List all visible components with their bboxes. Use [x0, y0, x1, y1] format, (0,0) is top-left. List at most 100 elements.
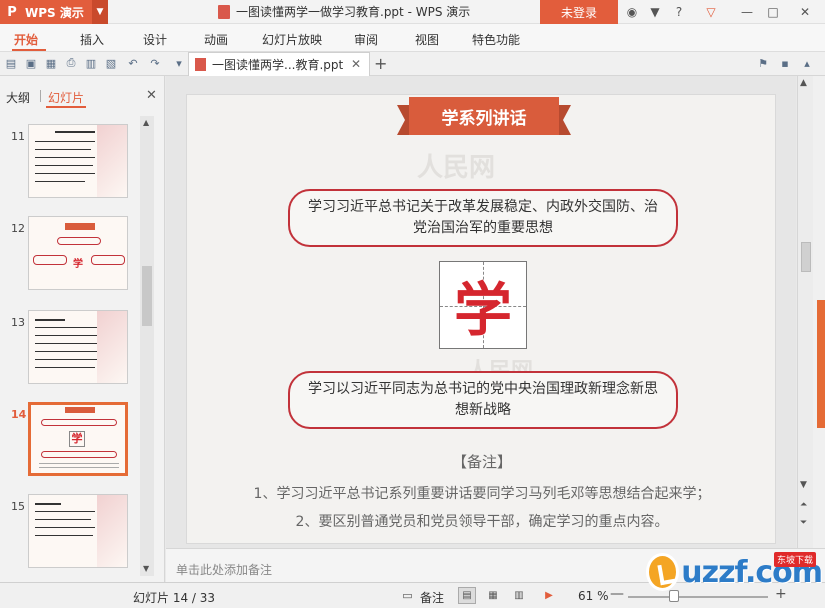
scroll-up-icon[interactable]: ▲ [143, 118, 149, 127]
note-line-1: 1、学习习近平总书记系列重要讲话要同学习马列毛邓等思想结合起来学； [253, 486, 711, 502]
slide-number: 12 [11, 222, 25, 235]
minimize-icon[interactable]: — [738, 3, 756, 21]
bubble-text: 学习习近平总书记关于改革发展稳定、内政外交国防、治党治国治军的重要思想 [308, 199, 658, 236]
window-title-text: 一图读懂两学一做学习教育.ppt - WPS 演示 [236, 5, 471, 19]
note-line-2: 2、要区别普通党员和党员领导干部，确定学习的重点内容。 [295, 514, 669, 530]
tab-slides[interactable]: 幻灯片 [48, 89, 84, 106]
zoom-out-button[interactable]: — [610, 586, 624, 602]
scroll-up-icon[interactable]: ▲ [800, 78, 807, 88]
login-button[interactable]: 未登录 [540, 0, 618, 24]
slide-number: 14 [11, 408, 27, 421]
notes-placeholder: 单击此处添加备注 [176, 563, 273, 577]
close-window-icon[interactable]: ✕ [796, 3, 814, 21]
wps-app-menu-button[interactable]: P WPS 演示 ▼ [0, 0, 108, 24]
slide-thumbnail-13[interactable] [28, 310, 128, 384]
uzzf-logo-icon [646, 553, 680, 591]
slide-editor: 学系列讲话 人民网 人民网 学习习近平总书记关于改革发展稳定、内政外交国防、治党… [166, 76, 796, 548]
slides-panel: 大纲 幻灯片 ✕ 11 12 学 13 14 学 15 ▲ ▼ [0, 76, 165, 582]
share-icon[interactable]: ▪ [778, 56, 792, 70]
active-tab-indicator [46, 106, 86, 108]
slide-counter: 幻灯片 14 / 33 [133, 591, 216, 605]
save-icon[interactable]: ▣ [24, 56, 38, 70]
menu-view[interactable]: 视图 [415, 31, 439, 48]
collapse-ribbon-icon[interactable]: ▴ [800, 56, 814, 70]
slides-panel-scrollbar[interactable]: ▲ ▼ [140, 116, 154, 576]
uzzf-logo: uzzf.com 东坡下载 [646, 548, 823, 596]
slide-title: 学系列讲话 [409, 97, 559, 135]
slide-sorter-button[interactable]: ▦ [484, 587, 502, 604]
uzzf-logo-tag: 东坡下载 [773, 552, 816, 567]
notes-toggle-label[interactable]: 备注 [420, 589, 444, 606]
xue-character: 学 [453, 276, 512, 344]
close-panel-icon[interactable]: ✕ [146, 88, 157, 103]
new-tab-icon[interactable]: + [374, 54, 387, 73]
bubble-text: 学习以习近平同志为总书记的党中央治国理政新理念新思想新战略 [308, 381, 658, 418]
slide-thumbnail-11[interactable] [28, 124, 128, 198]
normal-view-button[interactable]: ▤ [458, 587, 476, 604]
prev-slide-icon[interactable]: ⏶ [800, 500, 807, 510]
toolbar-dropdown-icon[interactable]: ▾ [172, 56, 186, 70]
side-task-strip [813, 76, 825, 548]
slide-title-banner: 学系列讲话 [397, 97, 571, 143]
zoom-slider-track[interactable] [628, 596, 768, 598]
notes-toggle-icon[interactable]: ▭ [400, 588, 415, 602]
skin-icon[interactable]: ◉ [623, 3, 641, 21]
task-pane-toggle[interactable] [817, 300, 825, 428]
copy-format-icon[interactable]: ▧ [104, 56, 118, 70]
menu-review[interactable]: 审阅 [354, 31, 378, 48]
text-bubble-top[interactable]: 学习习近平总书记关于改革发展稳定、内政外交国防、治党治国治军的重要思想 [288, 189, 678, 247]
slide-thumbnail-15[interactable] [28, 494, 128, 568]
scroll-down-icon[interactable]: ▼ [800, 480, 807, 490]
title-bar: P WPS 演示 ▼ 一图读懂两学一做学习教育.ppt - WPS 演示 未登录… [0, 0, 825, 24]
active-menu-indicator [12, 49, 46, 51]
help-icon[interactable]: ? [670, 3, 688, 21]
menu-slideshow[interactable]: 幻灯片放映 [262, 31, 322, 48]
menu-special-features[interactable]: 特色功能 [472, 31, 520, 48]
print-icon[interactable]: ⎙ [64, 56, 78, 70]
reading-view-button[interactable]: ▥ [510, 587, 528, 604]
app-menu-dropdown-icon[interactable]: ▼ [92, 0, 108, 24]
menu-animation[interactable]: 动画 [204, 31, 228, 48]
feedback-icon[interactable]: ▽ [702, 3, 720, 21]
scrollbar-thumb[interactable] [142, 266, 152, 326]
close-tab-icon[interactable]: ✕ [351, 57, 361, 71]
document-tab[interactable]: 一图读懂两学...教育.ppt ✕ [188, 52, 370, 76]
run-icon[interactable]: ⚑ [756, 56, 770, 70]
play-slideshow-button[interactable]: ▶ [540, 587, 558, 604]
people-watermark: 人民网 [417, 153, 496, 183]
open-folder-icon[interactable]: ▤ [4, 56, 18, 70]
scrollbar-thumb[interactable] [801, 242, 811, 272]
current-slide[interactable]: 学系列讲话 人民网 人民网 学习习近平总书记关于改革发展稳定、内政外交国防、治党… [186, 94, 776, 544]
export-icon[interactable]: ▦ [44, 56, 58, 70]
text-bubble-bottom[interactable]: 学习以习近平同志为总书记的党中央治国理政新理念新思想新战略 [288, 371, 678, 429]
menu-insert[interactable]: 插入 [80, 31, 104, 48]
panel-tabs: 大纲 幻灯片 ✕ [0, 76, 165, 108]
scroll-down-icon[interactable]: ▼ [143, 564, 149, 573]
undo-icon[interactable]: ↶ [126, 56, 140, 70]
quick-access-toolbar: ▤ ▣ ▦ ⎙ ▥ ▧ ↶ ↷ ▾ 一图读懂两学...教育.ppt ✕ + ⚑ … [0, 52, 825, 76]
zoom-level: 61 % [578, 589, 609, 603]
wps-logo-icon: P [7, 4, 17, 20]
app-name: WPS 演示 [25, 5, 84, 20]
print-preview-icon[interactable]: ▥ [84, 56, 98, 70]
slide-number: 13 [11, 316, 25, 329]
tab-outline[interactable]: 大纲 [6, 89, 30, 106]
shirt-icon[interactable]: ▼ [646, 3, 664, 21]
ppt-file-icon [218, 4, 230, 19]
next-slide-icon[interactable]: ⏷ [800, 518, 807, 528]
slide-number: 15 [11, 500, 25, 513]
maximize-icon[interactable]: □ [764, 3, 782, 21]
slide-thumbnail-12[interactable]: 学 [28, 216, 128, 290]
redo-icon[interactable]: ↷ [148, 56, 162, 70]
character-grid-box[interactable]: 学 [439, 261, 527, 349]
document-tab-label: 一图读懂两学...教育.ppt [212, 58, 344, 72]
menu-home[interactable]: 开始 [14, 31, 38, 48]
editor-scrollbar[interactable]: ▲ ▼ ⏶ ⏷ [797, 76, 813, 548]
menu-design[interactable]: 设计 [143, 31, 167, 48]
tab-separator [40, 90, 41, 102]
slide-thumbnail-14[interactable]: 学 [28, 402, 128, 476]
slide-number: 11 [11, 130, 25, 143]
notes-heading: 【备注】 [451, 453, 512, 471]
menu-bar: 开始 插入 设计 动画 幻灯片放映 审阅 视图 特色功能 [0, 24, 825, 52]
window-title: 一图读懂两学一做学习教育.ppt - WPS 演示 [218, 3, 470, 20]
